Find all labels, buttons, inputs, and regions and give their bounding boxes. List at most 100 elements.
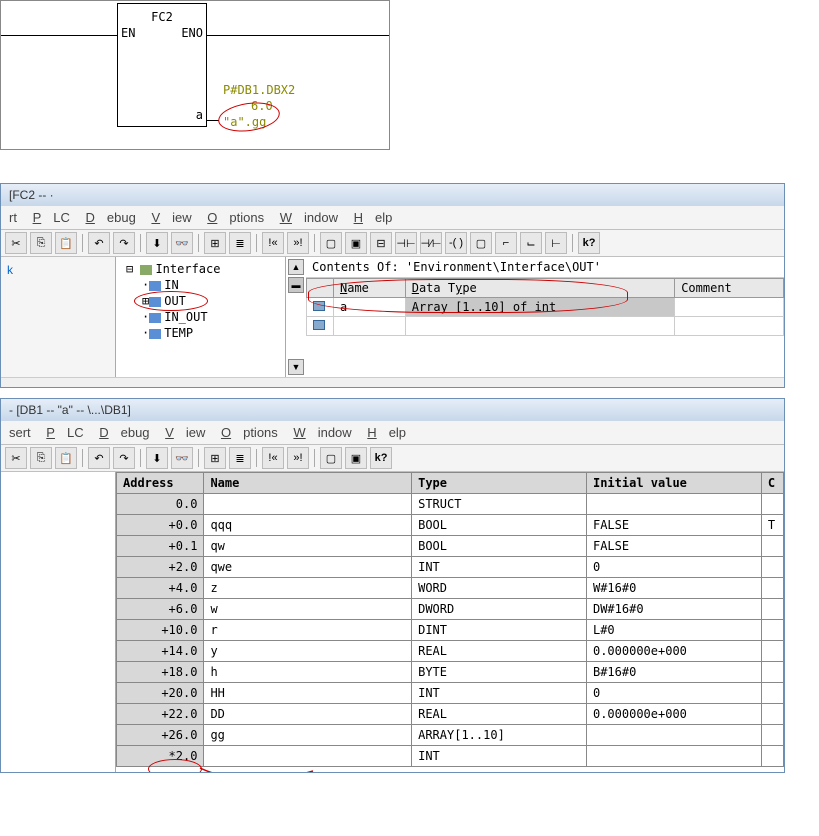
- db-row[interactable]: +10.0rDINTL#0: [117, 620, 784, 641]
- db-row[interactable]: 0.0 STRUCT: [117, 494, 784, 515]
- view1-button[interactable]: ▢: [320, 232, 342, 254]
- cell-type[interactable]: STRUCT: [412, 494, 587, 515]
- cell-init[interactable]: B#16#0: [586, 662, 761, 683]
- menu-options[interactable]: Options: [207, 210, 264, 225]
- cell-type[interactable]: INT: [412, 746, 587, 767]
- cell-c[interactable]: [761, 746, 783, 767]
- tree-inout[interactable]: ·IN_OUT: [120, 309, 281, 325]
- cell-comment[interactable]: [675, 298, 784, 317]
- cell-name[interactable]: r: [204, 620, 412, 641]
- cell-name[interactable]: qwe: [204, 557, 412, 578]
- menu-plc[interactable]: PLC: [33, 210, 70, 225]
- cell-init[interactable]: 0: [586, 683, 761, 704]
- copy-button[interactable]: ⎘: [30, 447, 52, 469]
- cell-addr[interactable]: +2.0: [117, 557, 204, 578]
- db-row[interactable]: +0.1qwBOOLFALSE: [117, 536, 784, 557]
- cell-addr[interactable]: +22.0: [117, 704, 204, 725]
- view1-button[interactable]: ▢: [320, 447, 342, 469]
- cell-type[interactable]: REAL: [412, 641, 587, 662]
- cell-c[interactable]: [761, 725, 783, 746]
- db-row[interactable]: +4.0zWORDW#16#0: [117, 578, 784, 599]
- cut-button[interactable]: ✂: [5, 447, 27, 469]
- cell-init[interactable]: L#0: [586, 620, 761, 641]
- cell-type[interactable]: BYTE: [412, 662, 587, 683]
- cell-addr[interactable]: +0.0: [117, 515, 204, 536]
- fc2-block[interactable]: FC2 EN ENO a: [117, 3, 207, 127]
- cell-name[interactable]: [204, 746, 412, 767]
- undo-button[interactable]: ↶: [88, 447, 110, 469]
- db-row[interactable]: +22.0DDREAL0.000000e+000: [117, 704, 784, 725]
- tree-root[interactable]: ⊟ Interface: [120, 261, 281, 277]
- scroll-down-button[interactable]: ▼: [288, 359, 304, 375]
- download-button[interactable]: ⬇: [146, 232, 168, 254]
- cell-c[interactable]: [761, 599, 783, 620]
- monitor-button[interactable]: 👓: [171, 447, 193, 469]
- prev-button[interactable]: !«: [262, 232, 284, 254]
- cell-name[interactable]: a: [334, 298, 406, 317]
- db-row[interactable]: +2.0qweINT0: [117, 557, 784, 578]
- scroll-up-button[interactable]: ▲: [288, 259, 304, 275]
- cell-init[interactable]: 0.000000e+000: [586, 641, 761, 662]
- cell-init[interactable]: [586, 746, 761, 767]
- cell-c[interactable]: [761, 536, 783, 557]
- db-table[interactable]: Address Name Type Initial value C 0.0STR…: [116, 472, 784, 767]
- prev-button[interactable]: !«: [262, 447, 284, 469]
- db-row[interactable]: *2.0INT: [117, 746, 784, 767]
- notcontact-button[interactable]: -( ): [445, 232, 467, 254]
- db-row[interactable]: +20.0HHINT0: [117, 683, 784, 704]
- paste-button[interactable]: 📋: [55, 232, 77, 254]
- menu-options[interactable]: Options: [221, 425, 278, 440]
- cell-type[interactable]: BOOL: [412, 536, 587, 557]
- cell-c[interactable]: T: [761, 515, 783, 536]
- db-row[interactable]: +14.0yREAL0.000000e+000: [117, 641, 784, 662]
- cell-type[interactable]: DINT: [412, 620, 587, 641]
- paste-button[interactable]: 📋: [55, 447, 77, 469]
- cell-name[interactable]: HH: [204, 683, 412, 704]
- cell-name[interactable]: w: [204, 599, 412, 620]
- menu-view[interactable]: View: [165, 425, 205, 440]
- conn-button[interactable]: ⊢: [545, 232, 567, 254]
- fc2-menubar[interactable]: rt PLC Debug View Options Window Help: [1, 206, 784, 229]
- cell-addr[interactable]: +10.0: [117, 620, 204, 641]
- cell-addr[interactable]: 0.0: [117, 494, 204, 515]
- cell-name[interactable]: y: [204, 641, 412, 662]
- cell-name[interactable]: gg: [204, 725, 412, 746]
- out-table[interactable]: Name Data Type Comment a Array [1..10] o…: [306, 278, 784, 336]
- menu-insert[interactable]: sert: [9, 425, 31, 440]
- network-button[interactable]: ⊞: [204, 447, 226, 469]
- copy-button[interactable]: ⎘: [30, 232, 52, 254]
- cell-type[interactable]: DWORD: [412, 599, 587, 620]
- network-button[interactable]: ⊞: [204, 232, 226, 254]
- left-link[interactable]: k: [1, 257, 115, 283]
- cell-type[interactable]: BOOL: [412, 515, 587, 536]
- cell-addr[interactable]: +4.0: [117, 578, 204, 599]
- out-row-empty[interactable]: [307, 317, 784, 336]
- cell-c[interactable]: [761, 662, 783, 683]
- help-button[interactable]: k?: [578, 232, 600, 254]
- cell-init[interactable]: FALSE: [586, 515, 761, 536]
- menu-debug[interactable]: Debug: [99, 425, 149, 440]
- cell-addr[interactable]: +0.1: [117, 536, 204, 557]
- cell-c[interactable]: [761, 494, 783, 515]
- cell-init[interactable]: DW#16#0: [586, 599, 761, 620]
- cell-name[interactable]: [204, 494, 412, 515]
- view3-button[interactable]: ⊟: [370, 232, 392, 254]
- out-row-a[interactable]: a Array [1..10] of int: [307, 298, 784, 317]
- help-button[interactable]: k?: [370, 447, 392, 469]
- db-row[interactable]: +18.0hBYTEB#16#0: [117, 662, 784, 683]
- interface-tree[interactable]: ⊟ Interface ·IN ⊞OUT ·IN_OUT ·TEMP: [116, 257, 286, 377]
- db-row[interactable]: +0.0qqqBOOLFALSET: [117, 515, 784, 536]
- cell-c[interactable]: [761, 683, 783, 704]
- stream-button[interactable]: ≣: [229, 447, 251, 469]
- tree-temp[interactable]: ·TEMP: [120, 325, 281, 341]
- box-button[interactable]: ▢: [470, 232, 492, 254]
- cell-init[interactable]: 0.000000e+000: [586, 704, 761, 725]
- cell-name[interactable]: qw: [204, 536, 412, 557]
- cell-init[interactable]: 0: [586, 557, 761, 578]
- tree-in[interactable]: ·IN: [120, 277, 281, 293]
- cell-addr[interactable]: +26.0: [117, 725, 204, 746]
- contact-button[interactable]: ⊣⊢: [395, 232, 417, 254]
- cell-c[interactable]: [761, 578, 783, 599]
- monitor-button[interactable]: 👓: [171, 232, 193, 254]
- next-button[interactable]: »!: [287, 232, 309, 254]
